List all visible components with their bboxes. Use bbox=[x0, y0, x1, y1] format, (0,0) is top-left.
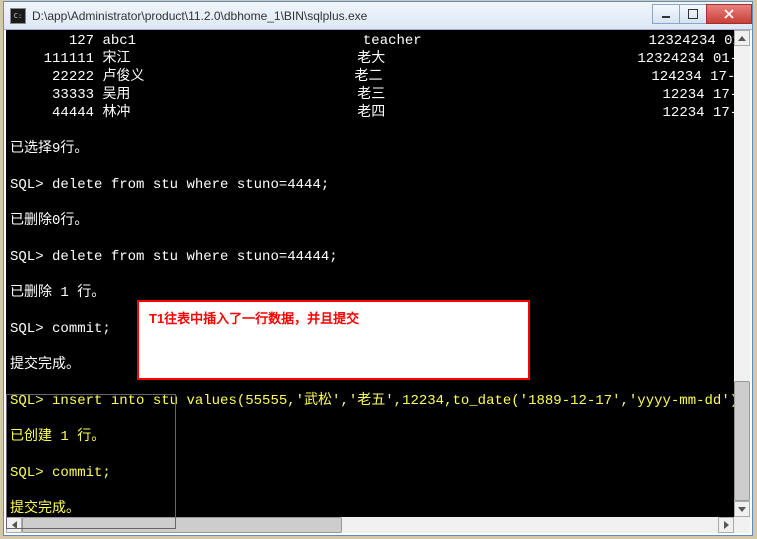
chevron-left-icon bbox=[12, 521, 17, 529]
data-row: 22222 卢俊义 老二 124234 17-10月 bbox=[10, 68, 730, 86]
app-window: D:\app\Administrator\product\11.2.0\dbho… bbox=[3, 1, 753, 536]
chevron-up-icon bbox=[738, 36, 746, 41]
window-title: D:\app\Administrator\product\11.2.0\dbho… bbox=[32, 9, 653, 23]
maximize-button[interactable] bbox=[679, 4, 707, 24]
window-buttons bbox=[653, 4, 752, 24]
scroll-corner bbox=[734, 517, 750, 533]
annotation-text: T1往表中插入了一行数据，并且提交 bbox=[149, 308, 518, 327]
sql-command: SQL> delete from stu where stuno=44444; bbox=[10, 248, 730, 266]
status-msg: 已删除0行。 bbox=[10, 212, 730, 230]
horizontal-scrollbar[interactable] bbox=[6, 517, 734, 533]
sql-command-highlight: SQL> commit; bbox=[10, 464, 730, 482]
data-row: 44444 林冲 老四 12234 17-12月 bbox=[10, 104, 730, 122]
vscroll-track[interactable] bbox=[734, 46, 750, 501]
scroll-down-button[interactable] bbox=[734, 501, 750, 517]
data-row: 33333 吴用 老三 12234 17-12月 bbox=[10, 86, 730, 104]
terminal-output[interactable]: 127 abc1 teacher 12324234 01-1月 111111 宋… bbox=[6, 30, 734, 517]
vscroll-thumb[interactable] bbox=[734, 381, 750, 501]
vertical-scrollbar[interactable] bbox=[734, 30, 750, 517]
data-row: 111111 宋江 老大 12324234 01-1月 bbox=[10, 50, 730, 68]
close-icon bbox=[724, 9, 734, 19]
chevron-right-icon bbox=[724, 521, 729, 529]
scroll-up-button[interactable] bbox=[734, 30, 750, 46]
hscroll-thumb[interactable] bbox=[22, 517, 342, 533]
data-row: 127 abc1 teacher 12324234 01-1月 bbox=[10, 32, 730, 50]
chevron-down-icon bbox=[738, 507, 746, 512]
titlebar[interactable]: D:\app\Administrator\product\11.2.0\dbho… bbox=[4, 2, 752, 30]
scroll-left-button[interactable] bbox=[6, 517, 22, 533]
scroll-right-button[interactable] bbox=[718, 517, 734, 533]
terminal-container: 127 abc1 teacher 12324234 01-1月 111111 宋… bbox=[4, 30, 752, 535]
sql-command-highlight: SQL> insert into stu values(55555,'武松','… bbox=[10, 392, 730, 410]
minimize-button[interactable] bbox=[652, 4, 680, 24]
close-button[interactable] bbox=[706, 4, 752, 24]
annotation-callout: T1往表中插入了一行数据，并且提交 bbox=[137, 300, 530, 380]
sql-command: SQL> delete from stu where stuno=4444; bbox=[10, 176, 730, 194]
hscroll-track[interactable] bbox=[22, 517, 718, 533]
status-msg: 已选择9行。 bbox=[10, 140, 730, 158]
status-msg-highlight: 提交完成。 bbox=[10, 500, 730, 517]
status-msg-highlight: 已创建 1 行。 bbox=[10, 428, 730, 446]
app-icon bbox=[10, 8, 26, 24]
